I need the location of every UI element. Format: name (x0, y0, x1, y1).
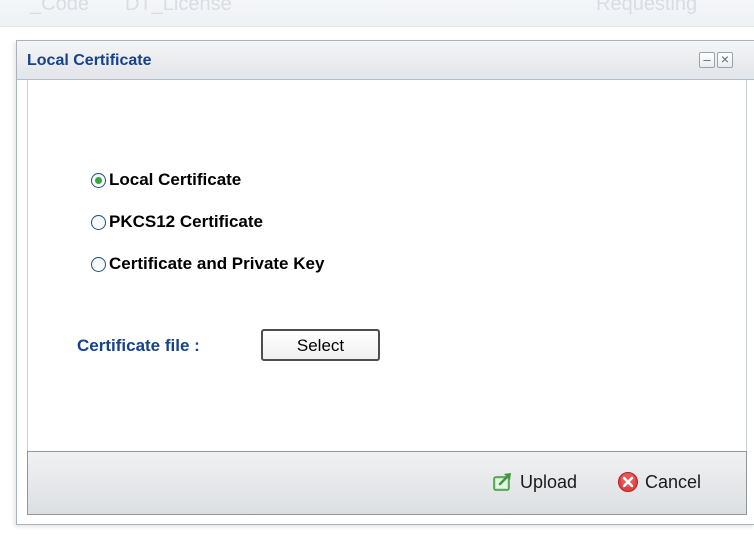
dialog-titlebar[interactable]: Local Certificate – × (17, 41, 754, 80)
option-label[interactable]: Local Certificate (109, 170, 241, 190)
radio-icon[interactable] (91, 257, 106, 272)
close-icon[interactable]: × (717, 52, 733, 68)
local-certificate-dialog: Local Certificate – × Local Certificate … (16, 40, 754, 525)
background-header-text: _Code (30, 0, 89, 15)
select-file-button[interactable]: Select (261, 329, 380, 361)
radio-selected-icon[interactable] (91, 173, 106, 188)
upload-button[interactable]: Upload (492, 470, 604, 496)
option-label[interactable]: PKCS12 Certificate (109, 212, 263, 232)
cancel-label[interactable]: Cancel (645, 472, 701, 493)
background-header-text: Requesting (596, 0, 698, 15)
dialog-title: Local Certificate (27, 52, 152, 69)
option-label[interactable]: Certificate and Private Key (109, 254, 324, 274)
minimize-icon[interactable]: – (699, 52, 715, 68)
upload-label[interactable]: Upload (520, 472, 577, 493)
page: _Code DT_License Requesting Local Certif… (0, 0, 754, 539)
upload-icon (492, 471, 514, 493)
radio-icon[interactable] (91, 215, 106, 230)
dialog-body: Local Certificate PKCS12 Certificate Cer… (27, 80, 747, 451)
cancel-icon (617, 471, 639, 493)
dialog-footer: Upload Cancel (27, 451, 747, 515)
certificate-file-label: Certificate file : (77, 336, 200, 355)
cancel-button[interactable]: Cancel (617, 470, 737, 496)
background-header-text: DT_License (125, 0, 232, 15)
background-header: _Code DT_License Requesting (0, 0, 754, 27)
